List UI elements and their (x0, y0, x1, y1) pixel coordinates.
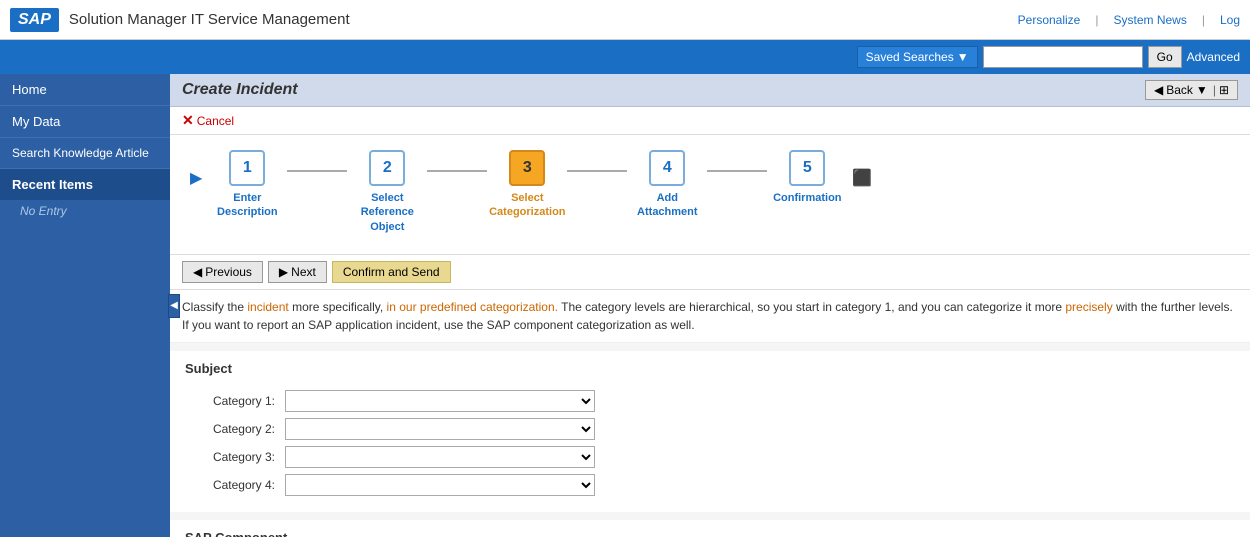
wizard-steps: ▶ 1 Enter Description 2 Select Reference… (190, 150, 1230, 234)
category3-row: Category 3: (185, 446, 1235, 468)
sidebar-recent-items-header: Recent Items (0, 169, 170, 200)
step-label-5: Confirmation (773, 191, 841, 205)
content-area: Create Incident ◀ Back ▼ | ⊞ ✕ Cancel ▶ (170, 74, 1250, 537)
toolbar: ✕ Cancel (170, 107, 1250, 135)
wizard-step-1[interactable]: 1 Enter Description (207, 150, 287, 220)
sap-logo: SAP (10, 8, 59, 32)
sidebar-no-entry: No Entry (0, 200, 170, 226)
sap-logo-text: SAP (18, 11, 51, 29)
step-circle-4: 4 (649, 150, 685, 186)
log-link[interactable]: Log (1220, 13, 1240, 27)
main-layout: ◀ Home My Data Search Knowledge Article … (0, 74, 1250, 537)
sap-component-section: SAP Component SAP Component: ⊞ (170, 520, 1250, 537)
subject-section: Subject Category 1: Category 2: Category… (170, 351, 1250, 512)
category2-select[interactable] (285, 418, 595, 440)
step-label-4: Add Attachment (627, 191, 707, 220)
confirm-send-button[interactable]: Confirm and Send (332, 261, 451, 283)
category2-row: Category 2: (185, 418, 1235, 440)
sidebar-item-home[interactable]: Home (0, 74, 170, 106)
content-header: Create Incident ◀ Back ▼ | ⊞ (170, 74, 1250, 107)
personalize-link[interactable]: Personalize (1018, 13, 1081, 27)
page-title: Create Incident (182, 81, 298, 99)
system-news-link[interactable]: System News (1113, 13, 1186, 27)
category1-row: Category 1: (185, 390, 1235, 412)
previous-button[interactable]: ◀ Previous (182, 261, 263, 283)
step-circle-2: 2 (369, 150, 405, 186)
step-connector-4 (707, 170, 767, 172)
step-connector-2 (427, 170, 487, 172)
next-button[interactable]: ▶ Next (268, 261, 327, 283)
wizard-container: ▶ 1 Enter Description 2 Select Reference… (170, 135, 1250, 255)
app-title: Solution Manager IT Service Management (69, 11, 1018, 28)
top-header: SAP Solution Manager IT Service Manageme… (0, 0, 1250, 40)
advanced-button[interactable]: Advanced (1187, 50, 1240, 64)
wizard-step-5[interactable]: 5 Confirmation (767, 150, 847, 205)
category1-label: Category 1: (185, 394, 285, 408)
sidebar-item-my-data[interactable]: My Data (0, 106, 170, 138)
step-circle-5: 5 (789, 150, 825, 186)
sap-component-section-title: SAP Component (185, 530, 1235, 537)
step-connector-3 (567, 170, 627, 172)
category2-label: Category 2: (185, 422, 285, 436)
sidebar: ◀ Home My Data Search Knowledge Article … (0, 74, 170, 537)
saved-searches-button[interactable]: Saved Searches ▼ (857, 46, 978, 68)
subject-section-title: Subject (185, 361, 1235, 380)
category4-label: Category 4: (185, 478, 285, 492)
step-circle-3: 3 (509, 150, 545, 186)
wizard-start-arrow: ▶ (190, 168, 202, 188)
search-input[interactable] (983, 46, 1143, 68)
step-label-2: Select Reference Object (347, 191, 427, 234)
step-label-1: Enter Description (207, 191, 287, 220)
category3-select[interactable] (285, 446, 595, 468)
category3-label: Category 3: (185, 450, 285, 464)
nav-buttons: ◀ Previous ▶ Next Confirm and Send (170, 255, 1250, 290)
search-bar: Saved Searches ▼ Go Advanced (0, 40, 1250, 74)
back-button[interactable]: ◀ Back ▼ | ⊞ (1145, 80, 1238, 100)
wizard-step-2[interactable]: 2 Select Reference Object (347, 150, 427, 234)
top-nav: Personalize | System News | Log (1018, 13, 1240, 27)
wizard-end-arrow: ⬛ (852, 168, 872, 188)
description-text: Classify the incident more specifically,… (170, 290, 1250, 343)
cancel-link[interactable]: ✕ Cancel (182, 112, 234, 129)
wizard-step-4[interactable]: 4 Add Attachment (627, 150, 707, 220)
step-circle-1: 1 (229, 150, 265, 186)
step-label-3: Select Categorization (487, 191, 567, 220)
step-connector-1 (287, 170, 347, 172)
category4-select[interactable] (285, 474, 595, 496)
go-button[interactable]: Go (1148, 46, 1182, 68)
category4-row: Category 4: (185, 474, 1235, 496)
sidebar-item-search-knowledge[interactable]: Search Knowledge Article (0, 138, 170, 169)
category1-select[interactable] (285, 390, 595, 412)
wizard-step-3[interactable]: 3 Select Categorization (487, 150, 567, 220)
sidebar-toggle[interactable]: ◀ (168, 294, 180, 318)
